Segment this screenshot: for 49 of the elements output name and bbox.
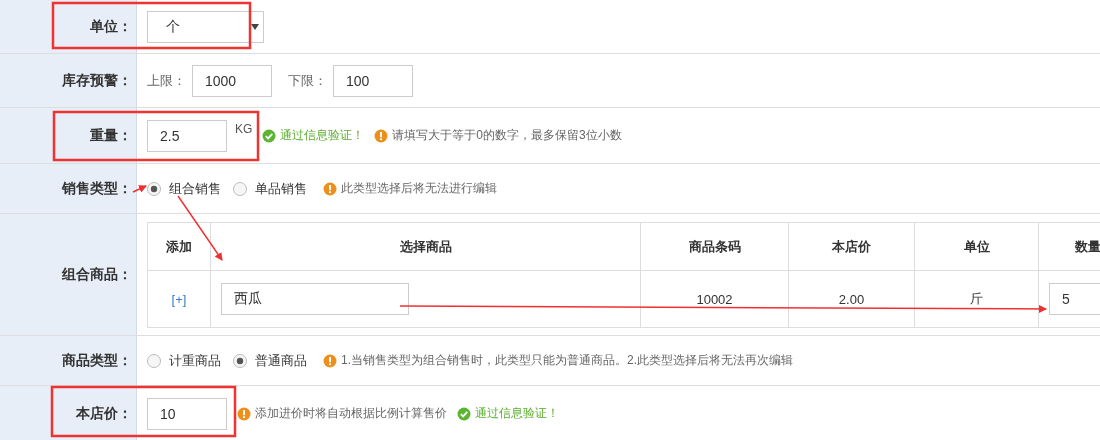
column-header: 数量 <box>1038 222 1100 271</box>
input-field[interactable]: 10 <box>147 397 227 430</box>
field-label: 重量： <box>90 126 132 145</box>
warning-icon <box>323 181 337 196</box>
check-icon <box>262 128 277 143</box>
field-label: 本店价： <box>76 404 132 423</box>
product-field[interactable]: 西瓜 <box>221 283 409 315</box>
radio-button[interactable] <box>147 353 161 368</box>
field-label: 销售类型： <box>62 179 132 198</box>
input-field[interactable]: 2.5 <box>147 119 227 152</box>
radio-label: 组合销售 <box>169 179 221 198</box>
input-field[interactable]: 100 <box>333 64 413 97</box>
column-header: 本店价 <box>788 222 915 271</box>
hint-text: 此类型选择后将无法进行编辑 <box>341 180 497 197</box>
warning-icon <box>237 406 251 421</box>
field-label: 下限： <box>288 71 327 90</box>
field-label: 单位： <box>90 17 132 36</box>
field-label: 库存预警： <box>62 71 132 90</box>
radio-label: 普通商品 <box>255 351 307 370</box>
unit-label: KG <box>235 122 253 136</box>
quantity-field[interactable]: 5 <box>1049 283 1100 315</box>
validation-message: 通过信息验证！ <box>475 405 559 422</box>
check-icon <box>457 406 471 421</box>
table-cell: 10002 <box>640 270 789 328</box>
table-cell: 2.00 <box>788 270 915 328</box>
hint-text: 添加进价时将自动根据比例计算售价 <box>255 405 447 422</box>
warning-icon <box>323 353 337 368</box>
field-label: 商品类型： <box>62 351 132 370</box>
unit-dropdown[interactable]: 个 <box>147 10 264 43</box>
field-label: 上限： <box>147 71 186 90</box>
add-link[interactable]: [+] <box>171 291 187 307</box>
warning-icon <box>374 128 389 143</box>
field-label: 组合商品： <box>62 265 132 284</box>
column-header: 添加 <box>147 222 211 271</box>
radio-button[interactable] <box>147 181 161 196</box>
table-cell: 斤 <box>914 270 1039 328</box>
caret-icon <box>251 23 259 30</box>
input-field[interactable]: 1000 <box>192 64 272 97</box>
radio-button[interactable] <box>233 181 247 196</box>
radio-label: 计重商品 <box>169 351 221 370</box>
column-header: 单位 <box>914 222 1039 271</box>
validation-message: 通过信息验证！ <box>280 127 365 144</box>
radio-button[interactable] <box>233 353 247 368</box>
radio-label: 单品销售 <box>255 179 307 198</box>
annotation-arrow <box>132 185 147 193</box>
hint-text: 请填写大于等于0的数字，最多保留3位小数 <box>392 127 622 144</box>
hint-text: 1.当销售类型为组合销售时，此类型只能为普通商品。2.此类型选择后将无法再次编辑 <box>341 352 793 369</box>
column-header: 商品条码 <box>640 222 789 271</box>
column-header: 选择商品 <box>210 222 641 271</box>
